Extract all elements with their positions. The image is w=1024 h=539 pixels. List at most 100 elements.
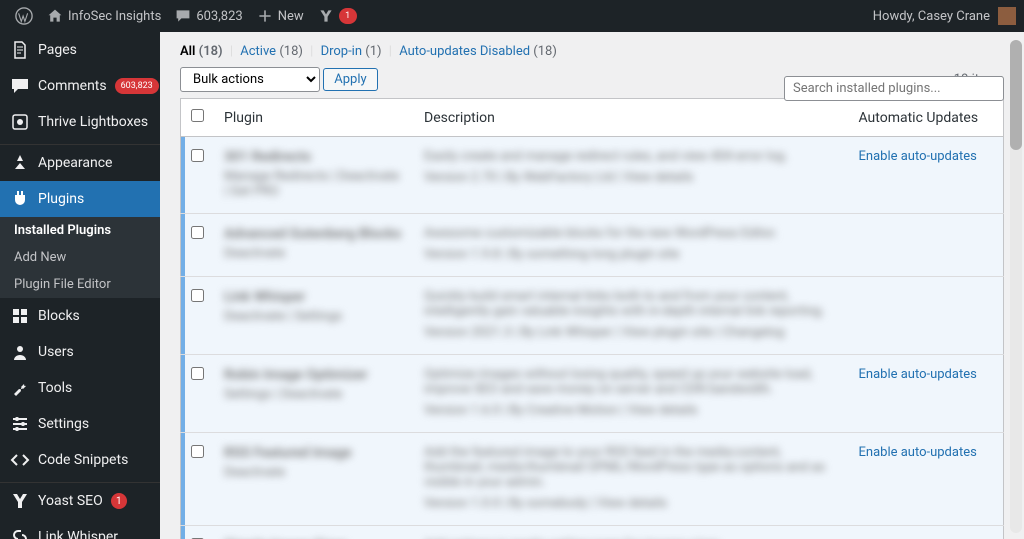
col-updates[interactable]: Automatic Updates [849,99,1004,137]
tools-icon [10,378,30,398]
table-row: RSS Featured Image Deactivate Add the feat… [181,433,1004,526]
col-plugin[interactable]: Plugin [214,99,414,137]
sidebar-item-tools[interactable]: Tools [0,370,160,406]
row-actions[interactable]: Manage Redirects | Deactivate | Get PRO [224,169,404,199]
table-row: Simple Image SizesSettings | DeactivateA… [181,526,1004,539]
plugins-table: Plugin Description Automatic Updates 301… [180,98,1004,539]
filter-all-count: (18) [199,44,223,59]
col-description: Description [414,99,849,137]
howdy-text: Howdy, Casey Crane [873,9,990,24]
filter-all-label: All [180,44,195,59]
plugin-meta: Version 1.6.0 | By Creative Motion | Vie… [424,403,839,418]
select-all-checkbox[interactable] [191,109,204,122]
plugin-description: Easily create and manage redirect rules,… [424,149,839,164]
settings-icon [10,414,30,434]
row-checkbox[interactable] [191,226,204,239]
sidebar-item-plugins[interactable]: Plugins [0,181,160,217]
vertical-scrollbar[interactable] [1010,40,1022,533]
users-icon [10,342,30,362]
sidebar-item-label: Users [38,344,74,360]
avatar [998,7,1016,25]
submenu-item-plugin-file-editor[interactable]: Plugin File Editor [0,271,160,298]
filter-auto-count: (18) [533,44,557,59]
yoast-link[interactable]: 1 [311,0,364,32]
sidebar-item-comments[interactable]: Comments 603,823 [0,68,160,104]
comments-link[interactable]: 603,823 [168,0,249,32]
bulk-select[interactable]: Bulk actions [180,67,320,92]
search-input[interactable] [784,76,1004,101]
enable-auto-updates[interactable]: Enable auto-updates [859,149,977,164]
menu-badge: 603,823 [115,78,159,94]
row-actions[interactable]: Deactivate [224,465,404,480]
sidebar-item-appearance[interactable]: Appearance [0,145,160,181]
filter-dropin-count: (1) [365,44,381,59]
sidebar-item-yoast-seo[interactable]: Yoast SEO1 [0,483,160,519]
search-box [784,76,1004,101]
site-name: InfoSec Insights [68,9,161,24]
row-checkbox[interactable] [191,445,204,458]
admin-bar: InfoSec Insights 603,823 New 1 Howdy, Ca… [0,0,1024,32]
site-link[interactable]: InfoSec Insights [40,0,168,32]
filter-active[interactable]: Active (18) [240,44,303,59]
apply-button[interactable]: Apply [323,68,377,91]
submenu-item-add-new[interactable]: Add New [0,244,160,271]
sidebar-item-blocks[interactable]: Blocks [0,298,160,334]
enable-auto-updates[interactable]: Enable auto-updates [859,445,977,460]
yoast-icon [318,8,334,24]
plugin-meta: Version 1.9.8 | By something long plugin… [424,247,839,262]
plugin-filters: All (18) | Active (18) | Drop-in (1) | A… [180,44,1004,59]
admin-sidebar: Pages Comments 603,823 Thrive Lightboxes App… [0,32,160,539]
sidebar-item-label: Code Snippets [38,452,128,468]
plugin-description: Add the featured image to your RSS feed … [424,445,839,490]
admin-bar-left: InfoSec Insights 603,823 New 1 [8,0,364,32]
row-actions[interactable]: Deactivate | Settings [224,309,404,324]
blocks-icon [10,306,30,326]
enable-auto-updates[interactable]: Enable auto-updates [859,367,977,382]
row-actions[interactable]: Deactivate [224,246,404,261]
sidebar-item-settings[interactable]: Settings [0,406,160,442]
submenu: Installed PluginsAdd NewPlugin File Edit… [0,217,160,298]
admin-bar-right[interactable]: Howdy, Casey Crane [873,7,1016,25]
sidebar-item-label: Yoast SEO [38,493,103,509]
sidebar-item-label: Link Whisper [38,529,118,539]
comment-icon [175,8,191,24]
filter-auto[interactable]: Auto-updates Disabled (18) [399,44,557,59]
plus-icon [257,8,273,24]
row-actions[interactable]: Settings | Deactivate [224,387,404,402]
plugin-description: Quickly build smart internal links both … [424,289,839,319]
row-checkbox[interactable] [191,367,204,380]
sidebar-item-users[interactable]: Users [0,334,160,370]
sidebar-item-pages[interactable]: Pages [0,32,160,68]
yoast-badge: 1 [339,8,357,24]
plugin-meta: Version 1.0.0 | By somebody | View detai… [424,496,839,511]
plugin-meta: Version 2.70 | By WebFactory Ltd | View … [424,170,839,185]
appearance-icon [10,153,30,173]
filter-dropin-label: Drop-in [321,44,362,59]
submenu-item-installed-plugins[interactable]: Installed Plugins [0,217,160,244]
filter-dropin[interactable]: Drop-in (1) [321,44,382,59]
new-link[interactable]: New [250,0,311,32]
plugin-name: RSS Featured Image [224,445,404,461]
row-checkbox[interactable] [191,149,204,162]
scrollbar-thumb[interactable] [1010,40,1022,150]
filter-all[interactable]: All (18) [180,44,223,59]
lightbox-icon [10,112,30,132]
main-content: All (18) | Active (18) | Drop-in (1) | A… [160,32,1024,539]
wp-logo[interactable] [8,0,40,32]
link-icon [10,527,30,539]
sidebar-item-label: Comments [38,78,107,94]
sidebar-item-thrive-lightboxes[interactable]: Thrive Lightboxes [0,104,160,140]
plugin-icon [10,189,30,209]
row-checkbox[interactable] [191,289,204,302]
table-row: Advanced Gutenberg BlocksDeactivateAweso… [181,214,1004,277]
sidebar-item-label: Thrive Lightboxes [38,114,148,130]
sidebar-item-label: Tools [38,380,72,396]
sidebar-item-label: Blocks [38,308,80,324]
comments-count: 603,823 [196,9,242,24]
plugin-name: 301 Redirects [224,149,404,165]
plugin-name: Advanced Gutenberg Blocks [224,226,404,242]
table-row: 301 Redirects Manage Redirects | Deactiva… [181,137,1004,214]
filter-active-count: (18) [279,44,303,59]
sidebar-item-code-snippets[interactable]: Code Snippets [0,442,160,478]
sidebar-item-link-whisper[interactable]: Link Whisper [0,519,160,539]
